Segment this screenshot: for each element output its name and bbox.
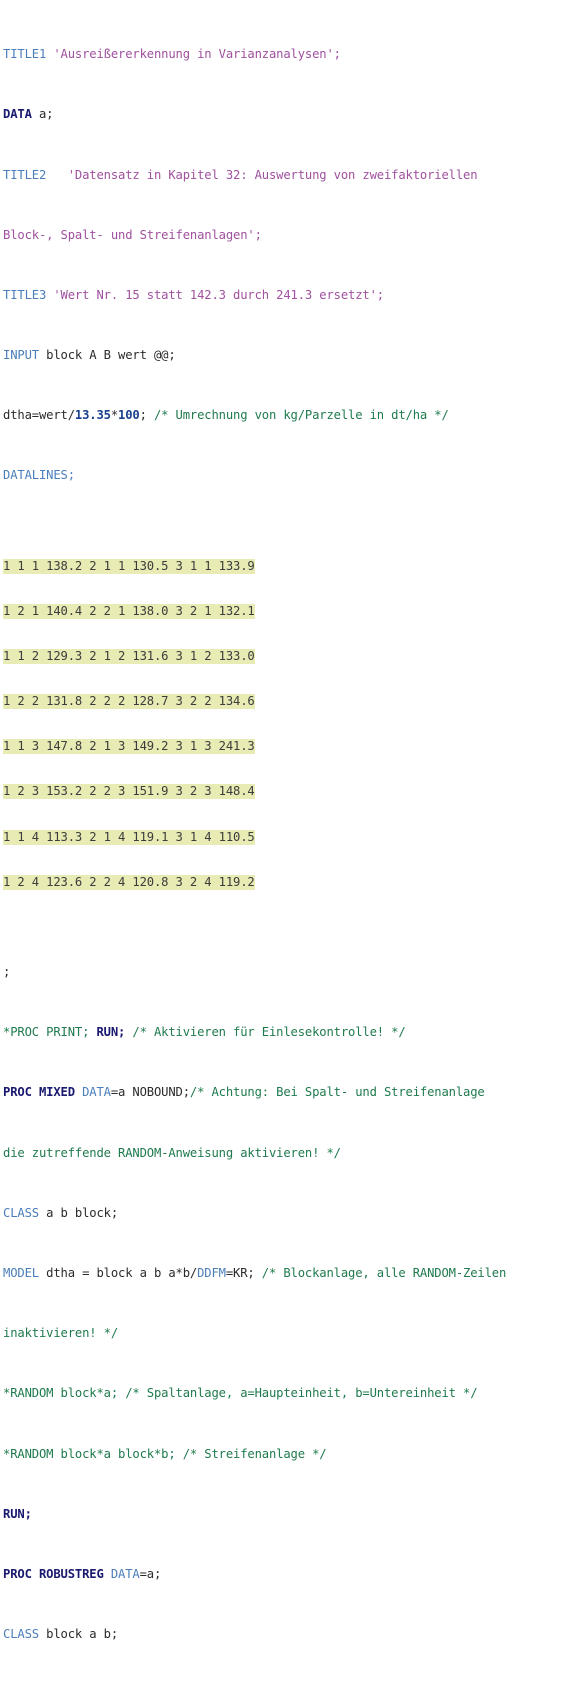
string-literal: 'Datensatz in Kapitel 32: Auswertung von…	[46, 167, 478, 182]
code-line-class-robust-a: CLASS block a b;	[3, 1627, 587, 1642]
numeric-literal-factor: 100	[118, 408, 140, 423]
code-line-proc-robustreg-a: PROC ROBUSTREG DATA=a;	[3, 1567, 587, 1582]
code-line-title2-continued: Block-, Spalt- und Streifenanlagen';	[3, 228, 587, 243]
data-row-values: 1 1 4 113.3 2 1 4 119.1 3 1 4 110.5	[3, 829, 255, 845]
assignment-expression: dtha=wert/	[3, 408, 75, 423]
option-value-kr: =KR;	[225, 1265, 262, 1280]
keyword-proc-mixed: PROC MIXED	[3, 1085, 75, 1100]
data-row-values: 1 1 2 129.3 2 1 2 131.6 3 1 2 133.0	[3, 649, 255, 665]
option-data: DATA	[103, 1566, 140, 1581]
code-line-run-1: RUN;	[3, 1507, 587, 1522]
commented-random-spaltanlage: *RANDOM block*a; /* Spaltanlage, a=Haupt…	[3, 1386, 478, 1401]
keyword-data: DATA	[3, 107, 32, 122]
data-row-values: 1 2 3 153.2 2 2 3 151.9 3 2 3 148.4	[3, 784, 255, 800]
code-line-class-a: CLASS a b block;	[3, 1206, 587, 1221]
code-line-random-spaltanlage: *RANDOM block*a; /* Spaltanlage, a=Haupt…	[3, 1386, 587, 1401]
proc-options: =a NOBOUND;	[110, 1085, 190, 1100]
code-line-datalines: DATALINES;	[3, 468, 587, 483]
comment: /* Achtung: Bei Spalt- und Streifenanlag…	[189, 1085, 485, 1100]
code-line-comment-continued: die zutreffende RANDOM-Anweisung aktivie…	[3, 1146, 587, 1161]
keyword-run: RUN;	[3, 1506, 32, 1521]
code-line-random-streifenanlage: *RANDOM block*a block*b; /* Streifenanla…	[3, 1447, 587, 1462]
commented-proc-print: *PROC PRINT;	[3, 1025, 97, 1040]
data-row: 1 1 1 138.2 2 1 1 130.5 3 1 1 133.9	[3, 558, 587, 574]
data-row-values: 1 2 2 131.8 2 2 2 128.7 3 2 2 134.6	[3, 694, 255, 710]
option-data: DATA	[74, 1085, 111, 1100]
data-row-values: 1 2 1 140.4 2 2 1 138.0 3 2 1 132.1	[3, 603, 255, 619]
keyword-input: INPUT	[3, 348, 39, 363]
data-row: 1 1 2 129.3 2 1 2 131.6 3 1 2 133.0	[3, 649, 587, 665]
keyword-title3: TITLE3	[3, 287, 47, 302]
keyword-proc-robustreg: PROC ROBUSTREG	[3, 1566, 104, 1581]
operator-multiply: *	[110, 408, 118, 423]
keyword-model: MODEL	[3, 1265, 39, 1280]
keyword-class: CLASS	[3, 1205, 39, 1220]
code-line-title2: TITLE2 'Datensatz in Kapitel 32: Auswert…	[3, 168, 587, 183]
code-line-model-a: MODEL dtha = block a b a*b/DDFM=KR; /* B…	[3, 1266, 587, 1281]
code-line-title1: TITLE1 'Ausreißererkennung in Varianzana…	[3, 47, 587, 62]
commented-random-streifenanlage: *RANDOM block*a block*b; /* Streifenanla…	[3, 1446, 327, 1461]
code-line-comment-continued-2: inaktivieren! */	[3, 1326, 587, 1341]
keyword-class: CLASS	[3, 1627, 39, 1642]
code-line-proc-mixed-a: PROC MIXED DATA=a NOBOUND;/* Achtung: Be…	[3, 1085, 587, 1100]
comment: /* Umrechnung von kg/Parzelle in dt/ha *…	[153, 408, 449, 423]
keyword-title2: TITLE2	[3, 167, 47, 182]
data-row-values: 1 1 1 138.2 2 1 1 130.5 3 1 1 133.9	[3, 558, 255, 574]
statement-terminator: ;	[139, 408, 154, 423]
comment-continued: die zutreffende RANDOM-Anweisung aktivie…	[3, 1145, 341, 1160]
string-literal: 'Wert Nr. 15 statt 142.3 durch 241.3 ers…	[46, 287, 384, 302]
input-variables: block A B wert @@;	[38, 348, 176, 363]
code-line-input: INPUT block A B wert @@;	[3, 348, 587, 363]
string-literal-continued: Block-, Spalt- und Streifenanlagen';	[3, 227, 262, 242]
model-expression: dtha = block a b a*b/	[38, 1265, 198, 1280]
comment-continued: inaktivieren! */	[3, 1326, 118, 1341]
data-row: 1 2 3 153.2 2 2 3 151.9 3 2 3 148.4	[3, 784, 587, 800]
code-line-data-a: DATA a;	[3, 107, 587, 122]
data-row: 1 1 3 147.8 2 1 3 149.2 3 1 3 241.3	[3, 739, 587, 755]
statement-terminator: ;	[3, 965, 11, 979]
code-listing: TITLE1 'Ausreißererkennung in Varianzana…	[0, 0, 587, 1682]
proc-options: =a;	[139, 1566, 162, 1581]
code-line-title3: TITLE3 'Wert Nr. 15 statt 142.3 durch 24…	[3, 288, 587, 303]
data-row-values: 1 1 3 147.8 2 1 3 149.2 3 1 3 241.3	[3, 739, 255, 755]
code-line-dtha-calc: dtha=wert/13.35*100; /* Umrechnung von k…	[3, 408, 587, 423]
data-row: 1 2 1 140.4 2 2 1 138.0 3 2 1 132.1	[3, 603, 587, 619]
code-line-proc-print-commented: *PROC PRINT; RUN; /* Aktivieren für Einl…	[3, 1025, 587, 1040]
data-row-values: 1 2 4 123.6 2 2 4 120.8 3 2 4 119.2	[3, 874, 255, 890]
string-literal: 'Ausreißererkennung in Varianzanalysen';	[46, 47, 341, 62]
class-variables: block a b;	[38, 1627, 118, 1642]
code-line-end-datalines: ;	[3, 965, 587, 980]
option-ddfm: DDFM	[197, 1265, 226, 1280]
data-row: 1 1 4 113.3 2 1 4 119.1 3 1 4 110.5	[3, 829, 587, 845]
datalines-block-1: 1 1 1 138.2 2 1 1 130.5 3 1 1 133.9 1 2 …	[3, 529, 587, 920]
data-row: 1 2 2 131.8 2 2 2 128.7 3 2 2 134.6	[3, 694, 587, 710]
class-variables: a b block;	[38, 1205, 118, 1220]
keyword-run: RUN;	[96, 1025, 126, 1040]
data-row: 1 2 4 123.6 2 2 4 120.8 3 2 4 119.2	[3, 874, 587, 890]
keyword-title1: TITLE1	[3, 47, 47, 62]
comment: /* Blockanlage, alle RANDOM-Zeilen	[261, 1265, 507, 1280]
dataset-name: a;	[31, 107, 54, 122]
comment: /* Aktivieren für Einlesekontrolle! */	[125, 1025, 406, 1040]
keyword-datalines: DATALINES;	[3, 468, 75, 483]
numeric-literal-divisor: 13.35	[74, 408, 111, 423]
